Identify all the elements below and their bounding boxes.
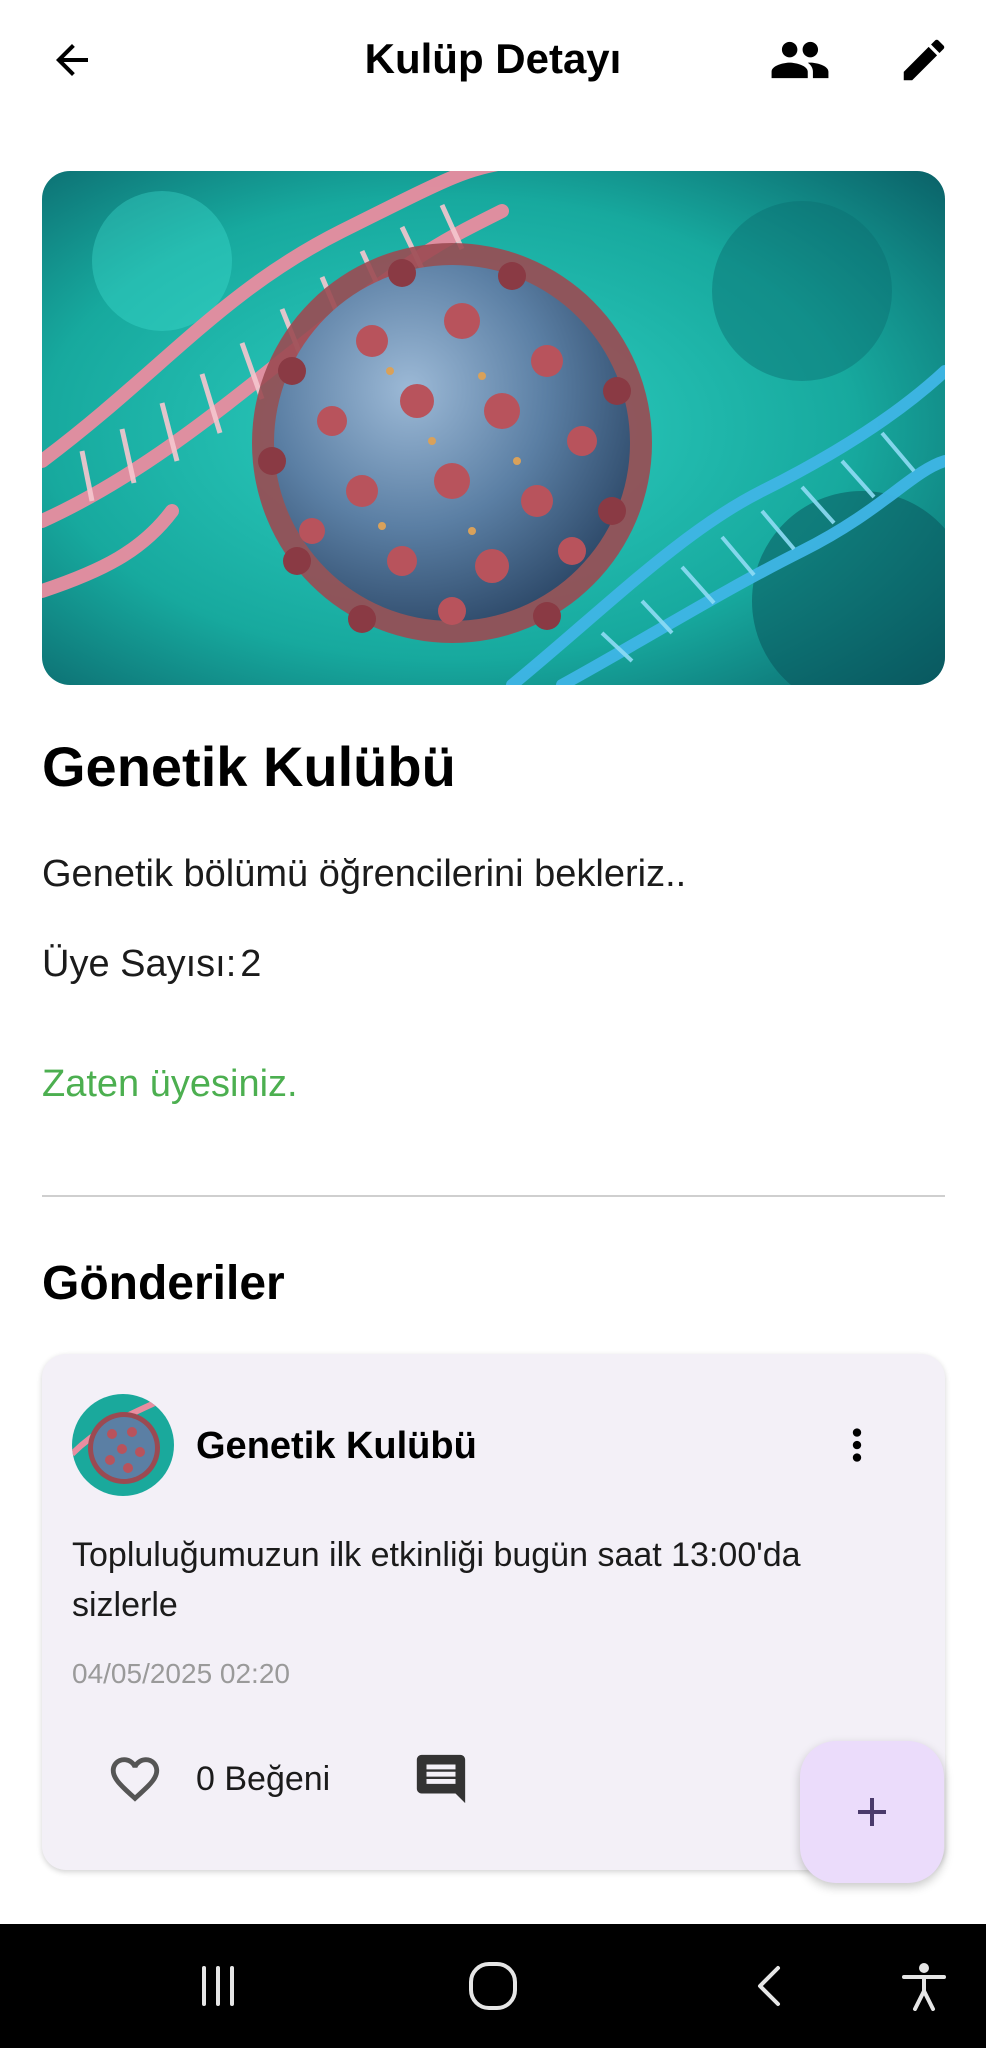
plus-icon xyxy=(858,1798,886,1826)
recents-icon[interactable] xyxy=(178,1946,258,2026)
membership-status: Zaten üyesiniz. xyxy=(42,1063,298,1105)
avatar xyxy=(72,1394,174,1496)
club-cover-image xyxy=(42,171,945,685)
posts-section-title: Gönderiler xyxy=(42,1257,285,1310)
add-post-button[interactable] xyxy=(800,1741,944,1883)
divider xyxy=(42,1195,945,1197)
page-title: Kulüp Detayı xyxy=(364,35,622,82)
member-count-label: Üye Sayısı: xyxy=(42,943,237,985)
post-date: 04/05/2025 02:20 xyxy=(72,1658,290,1689)
member-count-value: 2 xyxy=(240,943,262,985)
group-icon[interactable] xyxy=(766,26,834,94)
accessibility-icon[interactable] xyxy=(884,1946,964,2026)
club-name: Genetik Kulübü xyxy=(42,735,456,798)
club-description: Genetik bölümü öğrencilerini bekleriz.. xyxy=(42,853,687,895)
like-count: 0 Beğeni xyxy=(196,1760,331,1798)
comment-icon[interactable] xyxy=(406,1744,476,1814)
post-author: Genetik Kulübü xyxy=(196,1425,477,1467)
more-vert-icon[interactable] xyxy=(822,1410,892,1480)
member-count: Üye Sayısı: 2 xyxy=(42,938,261,990)
home-icon[interactable] xyxy=(453,1946,533,2026)
heart-outline-icon[interactable] xyxy=(100,1744,170,1814)
system-nav-bar xyxy=(0,1924,986,2048)
post-body: Topluluğumuzun ilk etkinliği bugün saat … xyxy=(72,1536,801,1624)
edit-pencil-icon[interactable] xyxy=(890,26,958,94)
nav-back-icon[interactable] xyxy=(730,1946,810,2026)
app-bar: Kulüp Detayı xyxy=(0,0,986,120)
